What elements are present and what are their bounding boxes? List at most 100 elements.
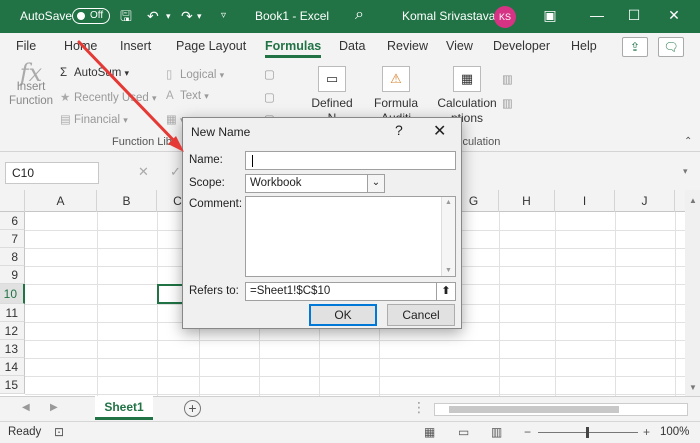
grid-line	[25, 376, 685, 377]
zoom-out-icon[interactable]: −	[524, 425, 531, 439]
row-header[interactable]: 15	[0, 376, 25, 394]
math-icon[interactable]: ▢	[264, 90, 275, 104]
tab-data[interactable]: Data	[339, 39, 365, 53]
accessibility-icon[interactable]: ⊡	[54, 425, 64, 439]
row-header[interactable]: 8	[0, 248, 25, 266]
tab-home[interactable]: Home	[64, 39, 97, 53]
row-header[interactable]: 13	[0, 340, 25, 358]
row-header[interactable]: 7	[0, 230, 25, 248]
expand-formula-bar-icon[interactable]: ▾	[683, 166, 688, 177]
calculation-group-label: lculation	[460, 136, 501, 148]
undo-dropdown-icon[interactable]: ▾	[166, 8, 171, 24]
scroll-down-icon[interactable]: ▼	[445, 267, 452, 274]
cancel-button[interactable]: Cancel	[387, 304, 455, 326]
row-header[interactable]: 14	[0, 358, 25, 376]
user-name[interactable]: Komal Srivastava	[402, 9, 495, 23]
tab-page-layout[interactable]: Page Layout	[176, 39, 246, 53]
lookup-icon[interactable]: ▢	[264, 67, 275, 81]
redo-dropdown-icon[interactable]: ▾	[197, 8, 202, 24]
tab-insert[interactable]: Insert	[120, 39, 151, 53]
comment-textarea[interactable]: ▲ ▼	[245, 196, 456, 277]
scroll-down-icon[interactable]: ▼	[689, 383, 697, 392]
refers-to-input[interactable]: =Sheet1!$C$10 ⬆	[245, 282, 456, 301]
column-header[interactable]: I	[555, 190, 615, 212]
sheet-tab-sheet1[interactable]: Sheet1	[95, 396, 153, 420]
name-input[interactable]	[245, 151, 456, 170]
ribbon-display-icon[interactable]: ▣	[540, 7, 560, 24]
column-header[interactable]: J	[615, 190, 675, 212]
autosave-label: AutoSave	[20, 9, 73, 23]
normal-view-icon[interactable]: ▦	[424, 425, 435, 439]
column-header[interactable]: H	[499, 190, 555, 212]
comment-scrollbar[interactable]: ▲ ▼	[441, 197, 455, 276]
horizontal-scroll-thumb[interactable]	[449, 406, 619, 413]
ok-button[interactable]: OK	[309, 304, 377, 326]
enter-formula-icon[interactable]: ✓	[170, 164, 181, 180]
tab-file[interactable]: File	[16, 39, 36, 53]
zoom-in-icon[interactable]: +	[643, 425, 650, 439]
financial-button[interactable]: ▤ Financial ▾	[60, 112, 128, 126]
select-all-corner[interactable]	[0, 190, 25, 212]
maximize-icon[interactable]: ☐	[624, 7, 644, 24]
close-icon[interactable]: ✕	[664, 7, 684, 24]
row-header[interactable]: 12	[0, 322, 25, 340]
calculator-icon: ▦	[453, 66, 481, 92]
search-icon[interactable]: ⌕	[355, 6, 364, 24]
title-bar: AutoSave Off 🖫 ↶ ▾ ↷ ▾ ▿ Book1 - Excel ⌕…	[0, 0, 700, 33]
tab-formulas[interactable]: Formulas	[265, 39, 322, 58]
status-bar: Ready ⊡ ▦ ▭ ▥ − + 100%	[0, 421, 700, 443]
add-sheet-icon[interactable]: +	[184, 400, 201, 417]
avatar[interactable]: KS	[494, 6, 516, 28]
logical-button[interactable]: ▯ Logical ▾	[166, 67, 224, 81]
page-break-view-icon[interactable]: ▥	[491, 425, 502, 439]
undo-icon[interactable]: ↶	[147, 8, 159, 24]
name-tag-icon: ▭	[318, 66, 346, 92]
scroll-up-icon[interactable]: ▲	[445, 199, 452, 206]
autosum-button[interactable]: Σ AutoSum ▾	[60, 67, 129, 79]
prev-sheet-icon[interactable]: ◀	[22, 402, 30, 413]
customize-toolbar-icon[interactable]: ▿	[221, 8, 226, 24]
redo-icon[interactable]: ↷	[181, 8, 193, 24]
column-header[interactable]: B	[97, 190, 157, 212]
calculate-sheet-icon[interactable]: ▥	[502, 96, 513, 110]
zoom-slider-thumb[interactable]	[586, 427, 589, 438]
recently-used-button[interactable]: ★ Recently Used ▾	[60, 90, 157, 104]
minimize-icon[interactable]: —	[587, 7, 607, 23]
autosave-toggle[interactable]: Off	[72, 8, 110, 24]
logical-icon: ▯	[166, 69, 173, 81]
fx-icon: fx	[19, 59, 43, 87]
collapse-ribbon-icon[interactable]: ⌃	[684, 136, 692, 147]
calculate-now-icon[interactable]: ▥	[502, 72, 513, 86]
tab-view[interactable]: View	[446, 39, 473, 53]
tab-split-handle[interactable]: ⋮	[412, 399, 426, 416]
row-header-active[interactable]: 10	[0, 284, 25, 304]
help-icon[interactable]: ?	[395, 122, 403, 138]
horizontal-scrollbar[interactable]	[434, 403, 688, 416]
next-sheet-icon[interactable]: ▶	[50, 402, 58, 413]
document-title: Book1 - Excel	[255, 9, 330, 23]
scope-select[interactable]: Workbook ⌄	[245, 174, 385, 193]
name-label: Name:	[189, 154, 223, 166]
close-icon[interactable]: ✕	[433, 121, 446, 141]
text-button[interactable]: A Text ▾	[166, 90, 209, 102]
comments-icon[interactable]: 🗨	[658, 37, 684, 57]
grid-line	[25, 358, 685, 359]
row-header[interactable]: 11	[0, 304, 25, 322]
scroll-up-icon[interactable]: ▲	[689, 196, 697, 205]
row-header[interactable]: 9	[0, 266, 25, 284]
save-icon[interactable]: 🖫	[120, 8, 132, 24]
chevron-down-icon[interactable]: ⌄	[367, 174, 385, 193]
vertical-scrollbar[interactable]: ▲ ▼	[685, 190, 700, 396]
column-header[interactable]: A	[25, 190, 97, 212]
page-layout-view-icon[interactable]: ▭	[458, 425, 469, 439]
zoom-level[interactable]: 100%	[660, 426, 689, 438]
tab-review[interactable]: Review	[387, 39, 428, 53]
cancel-formula-icon[interactable]: ✕	[138, 164, 149, 180]
row-header[interactable]: 6	[0, 212, 25, 230]
tab-developer[interactable]: Developer	[493, 39, 550, 53]
name-box[interactable]: C10	[5, 162, 99, 184]
share-icon[interactable]: ⇪	[622, 37, 648, 57]
insert-function-button[interactable]: fx Insert Function	[8, 59, 54, 108]
collapse-dialog-icon[interactable]: ⬆	[436, 282, 456, 301]
tab-help[interactable]: Help	[571, 39, 597, 53]
